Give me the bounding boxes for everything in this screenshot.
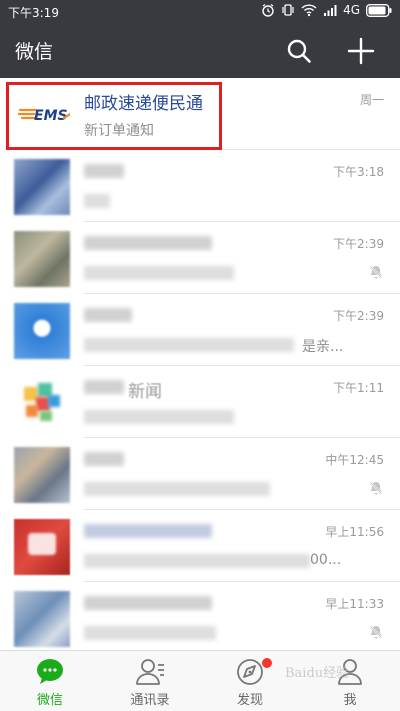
chat-item[interactable]: 00... 早上11:56: [0, 510, 400, 582]
chat-item[interactable]: 下午3:18: [0, 150, 400, 222]
blurred-message: [84, 626, 216, 640]
mute-bell-icon: [369, 625, 383, 639]
avatar: [14, 375, 70, 431]
contacts-icon: [136, 659, 164, 685]
avatar: [14, 231, 70, 287]
chat-item[interactable]: 早上11:33: [0, 582, 400, 654]
chat-time: 下午2:39: [333, 309, 384, 323]
status-bar: 下午3:19 4G: [0, 0, 400, 24]
mute-bell-icon: [369, 265, 383, 279]
tab-label: 我: [343, 693, 357, 708]
tab-chats[interactable]: 微信: [0, 651, 100, 711]
blurred-title: [84, 452, 124, 466]
blurred-message: [84, 410, 234, 424]
blurred-message: [84, 266, 234, 280]
blurred-message: [84, 338, 294, 352]
chat-bubble-icon: [37, 659, 63, 684]
chat-list: EMS 邮政速递便民通 新订单通知 周一 下午3:18 下午2:39 是亲...…: [0, 78, 400, 650]
tab-label: 发现: [236, 693, 263, 708]
status-time: 下午3:19: [8, 6, 59, 20]
search-icon[interactable]: [284, 36, 314, 66]
blurred-title: [84, 524, 212, 538]
chat-time: 下午1:11: [333, 381, 384, 395]
blurred-message: [84, 554, 310, 568]
page-title: 微信: [15, 41, 54, 63]
mute-bell-icon: [369, 481, 383, 495]
wifi-icon: [301, 4, 317, 17]
vibrate-icon: [282, 4, 294, 16]
notification-badge: [262, 658, 272, 668]
chat-title: 新闻: [128, 382, 162, 402]
chat-item[interactable]: 新闻 下午1:11: [0, 366, 400, 438]
blurred-title: [84, 380, 124, 394]
chat-item[interactable]: 下午2:39: [0, 222, 400, 294]
battery-icon: [366, 3, 392, 17]
blurred-title: [84, 308, 132, 322]
chat-item[interactable]: 中午12:45: [0, 438, 400, 510]
tab-label: 通讯录: [130, 693, 170, 708]
highlight-box: [6, 82, 222, 150]
chat-time: 下午2:39: [333, 237, 384, 251]
network-type: 4G: [343, 3, 360, 17]
avatar: [14, 591, 70, 647]
chat-time: 下午3:18: [333, 165, 384, 179]
chat-time: 中午12:45: [325, 453, 384, 467]
avatar: [14, 519, 70, 575]
signal-icon: [324, 5, 337, 16]
chat-item[interactable]: 是亲... 下午2:39: [0, 294, 400, 366]
chat-time: 早上11:56: [325, 525, 384, 539]
plus-icon[interactable]: [346, 36, 376, 66]
watermark: Baidu经验: [285, 666, 350, 681]
nav-bar: 微信: [0, 24, 400, 78]
tab-me[interactable]: 我: [300, 651, 400, 711]
blurred-title: [84, 236, 212, 250]
tab-contacts[interactable]: 通讯录: [100, 651, 200, 711]
tab-discover[interactable]: 发现: [200, 651, 300, 711]
alarm-icon: [262, 4, 274, 17]
blurred-message: [84, 194, 110, 208]
chat-time: 早上11:33: [325, 597, 384, 611]
blurred-title: [84, 164, 124, 178]
avatar: [14, 303, 70, 359]
chat-last-message: 是亲...: [302, 339, 344, 355]
chat-last-message: 00...: [310, 552, 342, 568]
avatar: [14, 159, 70, 215]
avatar: [14, 447, 70, 503]
blurred-title: [84, 596, 212, 610]
blurred-message: [84, 482, 270, 496]
chat-time: 周一: [359, 93, 384, 107]
status-icons: 4G: [261, 3, 392, 17]
tab-label: 微信: [36, 693, 63, 708]
